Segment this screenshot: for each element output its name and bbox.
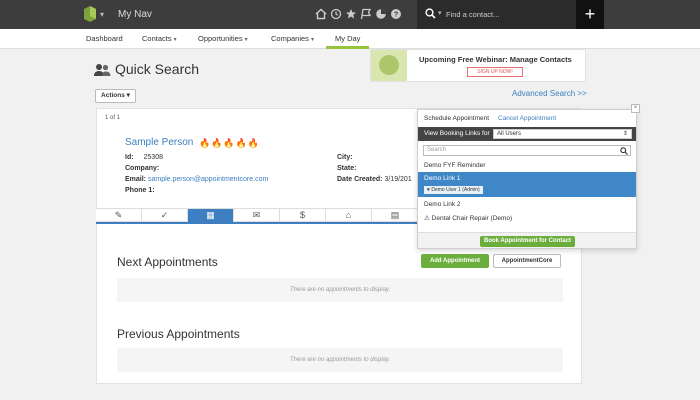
user-select[interactable]: All Users ⇕ (493, 129, 632, 139)
tab-schedule-appointment[interactable]: Schedule Appointment (424, 115, 489, 122)
pie-chart-icon[interactable] (375, 8, 387, 20)
search-chevron-down-icon[interactable]: ▾ (438, 9, 442, 17)
webinar-banner[interactable]: Upcoming Free Webinar: Manage Contacts S… (370, 49, 586, 82)
logo-chevron-down-icon[interactable]: ▾ (100, 10, 104, 19)
active-tab-indicator (326, 46, 369, 49)
email-link[interactable]: sample.person@appointmentcore.com (148, 176, 268, 183)
date-created-field: Date Created: 3/19/201 (337, 176, 412, 183)
webinar-image (371, 50, 407, 81)
svg-text:?: ? (394, 10, 399, 19)
popup-footer: Book Appointment for Contact (418, 232, 636, 248)
advanced-search-link[interactable]: Advanced Search >> (512, 89, 587, 98)
help-icon[interactable]: ? (390, 8, 402, 20)
nav-name[interactable]: My Nav (118, 9, 152, 20)
booking-link-item[interactable]: Demo Link 2 (418, 199, 636, 211)
appointmentcore-button[interactable]: AppointmentCore (493, 254, 561, 268)
tab-underline (96, 222, 421, 224)
result-count: 1 of 1 (105, 115, 121, 121)
document-icon[interactable]: ▤ (372, 209, 418, 222)
chevron-down-icon: ▾ (173, 37, 177, 43)
app-logo-icon[interactable] (84, 6, 96, 22)
city-field: City: (337, 154, 353, 161)
booking-link-search-input[interactable]: Search (423, 145, 631, 156)
actions-dropdown[interactable]: Actions ▾ (95, 89, 136, 103)
dollar-icon[interactable]: $ (280, 209, 326, 222)
phone-field: Phone 1: (125, 187, 155, 194)
calendar-icon[interactable]: ▦ (188, 209, 234, 222)
nav-my-day[interactable]: My Day (335, 34, 360, 43)
next-appointments-empty: There are no appointments to display. (117, 278, 563, 302)
select-arrow-icon: ⇕ (622, 131, 628, 137)
webinar-text: Upcoming Free Webinar: Manage Contacts (419, 55, 572, 64)
booking-link-item-selected[interactable]: Demo Link 1 ♥ Demo User 1 (Admin) (418, 172, 636, 197)
flag-icon[interactable] (360, 8, 372, 20)
close-icon[interactable]: × (631, 104, 640, 113)
company-field: Company: (125, 165, 160, 172)
contact-search[interactable]: ▾ Find a contact... (417, 0, 576, 29)
users-icon (94, 64, 111, 76)
email-field: Email: sample.person@appointmentcore.com (125, 176, 269, 183)
history-icon[interactable] (330, 8, 342, 20)
home-icon[interactable] (315, 8, 327, 20)
search-input[interactable]: Find a contact... (446, 10, 499, 19)
warning-icon: ⚠ (424, 215, 430, 222)
check-icon[interactable]: ✓ (142, 209, 188, 222)
view-booking-links-label: View Booking Links for (424, 130, 490, 137)
state-field: State: (337, 165, 357, 172)
tag-icon[interactable]: ⌂ (326, 209, 372, 222)
user-badge: ♥ Demo User 1 (Admin) (424, 186, 483, 194)
contact-tabs: ✎ ✓ ▦ ✉ $ ⌂ ▤ (96, 208, 421, 222)
chevron-down-icon: ▾ (310, 37, 314, 43)
page-title: Quick Search (115, 61, 200, 77)
tab-cancel-appointment[interactable]: Cancel Appointment (498, 115, 556, 122)
booking-links-filter: View Booking Links for All Users ⇕ (418, 127, 636, 141)
nav-opportunities[interactable]: Opportunities ▾ (198, 34, 248, 43)
sign-up-button[interactable]: SIGN UP NOW! (467, 67, 523, 77)
previous-appointments-empty: There are no appointments to display. (117, 348, 563, 372)
previous-appointments-title: Previous Appointments (117, 327, 240, 341)
edit-icon[interactable]: ✎ (96, 209, 142, 222)
mail-icon[interactable]: ✉ (234, 209, 280, 222)
booking-link-item[interactable]: Demo FYF Reminder (418, 160, 636, 172)
booking-link-item[interactable]: ⚠ Dental Chair Repair (Demo) (418, 213, 636, 225)
rating-icon[interactable]: 🔥🔥🔥🔥🔥 (199, 138, 260, 149)
star-icon[interactable] (345, 8, 357, 20)
top-bar: ▾ My Nav ? ▾ Find a contact... + (0, 0, 700, 29)
book-appointment-button[interactable]: Book Appointment for Contact (480, 236, 575, 247)
add-new-button[interactable]: + (576, 0, 604, 29)
search-icon (620, 147, 628, 155)
nav-contacts[interactable]: Contacts ▾ (142, 34, 177, 43)
nav-companies[interactable]: Companies ▾ (271, 34, 314, 43)
id-field: Id: 25308 (125, 154, 163, 161)
search-icon (425, 8, 436, 19)
contact-name-link[interactable]: Sample Person (125, 137, 193, 148)
next-appointments-title: Next Appointments (117, 255, 218, 269)
booking-links-popup: Schedule Appointment Cancel Appointment … (417, 109, 637, 249)
chevron-down-icon: ▾ (244, 37, 248, 43)
add-appointment-button[interactable]: Add Appointment (421, 254, 489, 268)
nav-dashboard[interactable]: Dashboard (86, 34, 123, 43)
